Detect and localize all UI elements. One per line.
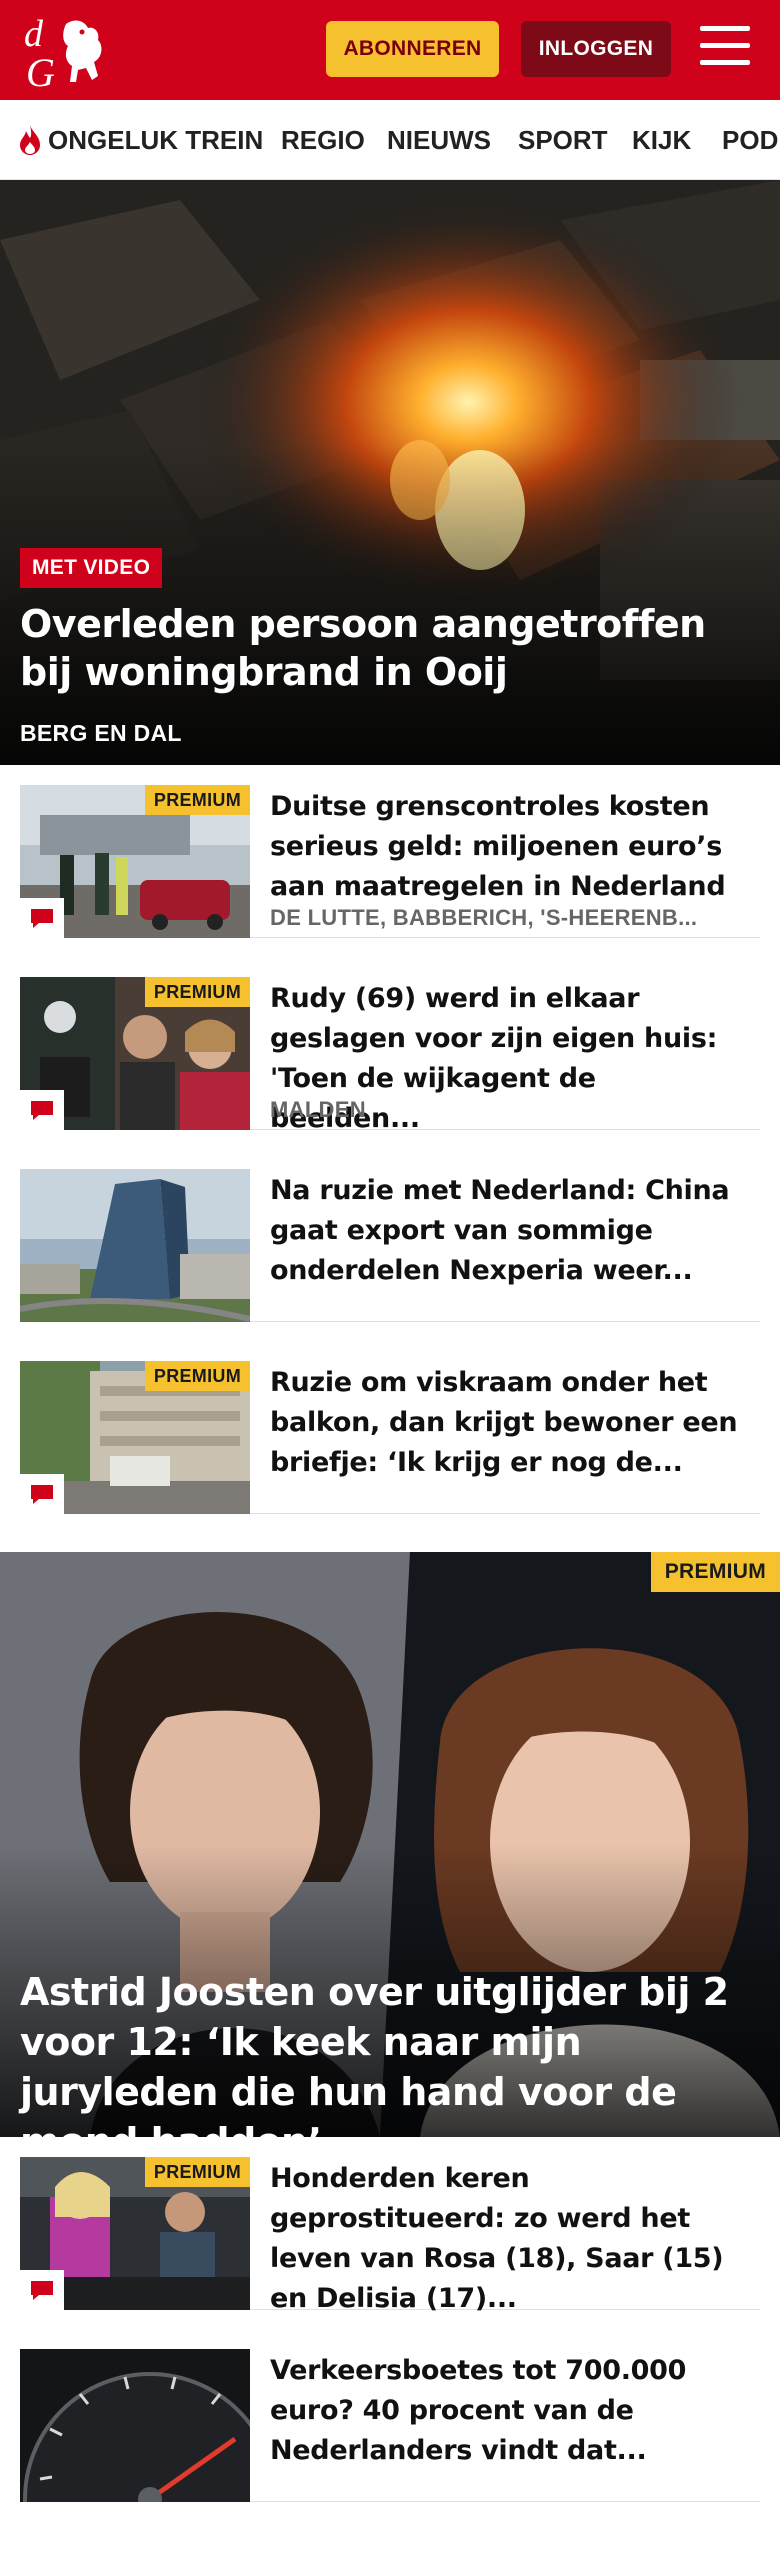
article-thumbnail: PREMIUM xyxy=(20,785,250,938)
nav-item-sport[interactable]: SPORT xyxy=(518,100,608,179)
dg-logo[interactable]: d G xyxy=(22,10,114,90)
list-item[interactable]: Na ruzie met Nederland: China gaat expor… xyxy=(20,1149,760,1322)
article-thumbnail xyxy=(20,1169,250,1322)
premium-badge: PREMIUM xyxy=(144,2157,250,2187)
article-thumbnail xyxy=(20,2349,250,2502)
section-nav: ONGELUK TREIN REGIO NIEUWS SPORT KIJK PO… xyxy=(0,100,780,180)
feature-title[interactable]: Astrid Joosten over uitglijder bij 2 voo… xyxy=(20,1967,760,2137)
svg-text:d: d xyxy=(24,13,44,55)
article-thumbnail: PREMIUM xyxy=(20,2157,250,2310)
premium-badge: PREMIUM xyxy=(144,977,250,1007)
nav-item-kijk[interactable]: KIJK xyxy=(632,100,692,179)
subscribe-button[interactable]: ABONNEREN xyxy=(326,21,499,77)
article-title[interactable]: Na ruzie met Nederland: China gaat expor… xyxy=(270,1171,750,1291)
list-item[interactable]: PREMIUM Ruzie om viskraam onder het balk… xyxy=(20,1341,760,1514)
nav-item-label: SPORT xyxy=(518,124,608,155)
nav-item-label: POD xyxy=(722,124,779,155)
hero-title[interactable]: Overleden persoon aangetroffen bij wonin… xyxy=(20,600,740,696)
article-thumbnail: PREMIUM xyxy=(20,977,250,1130)
article-location: MALDEN xyxy=(270,1097,366,1122)
speedometer-image xyxy=(20,2349,250,2502)
article-title[interactable]: Ruzie om viskraam onder het balkon, dan … xyxy=(270,1363,750,1483)
comment-icon xyxy=(20,1474,64,1514)
nav-item-regio[interactable]: REGIO xyxy=(281,100,365,179)
nav-item-label: NIEUWS xyxy=(387,124,491,155)
top-header: d G ABONNEREN INLOGGEN xyxy=(0,0,780,100)
article-title[interactable]: Honderden keren geprostitueerd: zo werd … xyxy=(270,2159,750,2319)
nav-item-label: ONGELUK TREIN xyxy=(48,124,264,155)
premium-badge: PREMIUM xyxy=(144,1361,250,1391)
nav-item-nieuws[interactable]: NIEUWS xyxy=(387,100,491,179)
article-title[interactable]: Verkeersboetes tot 700.000 euro? 40 proc… xyxy=(270,2351,750,2471)
login-button[interactable]: INLOGGEN xyxy=(521,21,671,77)
video-badge: MET VIDEO xyxy=(20,548,163,588)
premium-badge: PREMIUM xyxy=(650,1552,780,1592)
comment-icon xyxy=(20,1090,64,1130)
article-thumbnail: PREMIUM xyxy=(20,1361,250,1514)
hero-location: BERG EN DAL xyxy=(20,720,182,746)
comment-icon xyxy=(20,2270,64,2310)
premium-badge: PREMIUM xyxy=(144,785,250,815)
nav-item-ongeluk-trein[interactable]: ONGELUK TREIN xyxy=(16,100,264,179)
article-title[interactable]: Duitse grenscontroles kosten serieus gel… xyxy=(270,787,750,907)
list-item[interactable]: PREMIUM Duitse grenscontroles kosten ser… xyxy=(20,765,760,938)
hamburger-menu-icon[interactable] xyxy=(700,26,750,70)
article-location: DE LUTTE, BABBERICH, 'S-HEERENB... xyxy=(270,905,698,930)
list-item[interactable]: PREMIUM Honderden keren geprostitueerd: … xyxy=(20,2137,760,2314)
comment-icon xyxy=(20,898,64,938)
flame-icon xyxy=(20,125,40,155)
hero-article[interactable]: MET VIDEO Overleden persoon aangetroffen… xyxy=(0,180,780,765)
nav-item-pod[interactable]: POD xyxy=(722,100,779,179)
nav-item-label: REGIO xyxy=(281,124,365,155)
feature-article[interactable]: PREMIUM Astrid Joosten over uitglijder b… xyxy=(0,1552,780,2137)
nexperia-building-image xyxy=(20,1169,250,1322)
nav-item-label: KIJK xyxy=(632,124,692,155)
list-item[interactable]: Verkeersboetes tot 700.000 euro? 40 proc… xyxy=(20,2329,760,2502)
list-item[interactable]: PREMIUM Rudy (69) werd in elkaar geslage… xyxy=(20,957,760,1134)
svg-text:G: G xyxy=(26,50,55,90)
